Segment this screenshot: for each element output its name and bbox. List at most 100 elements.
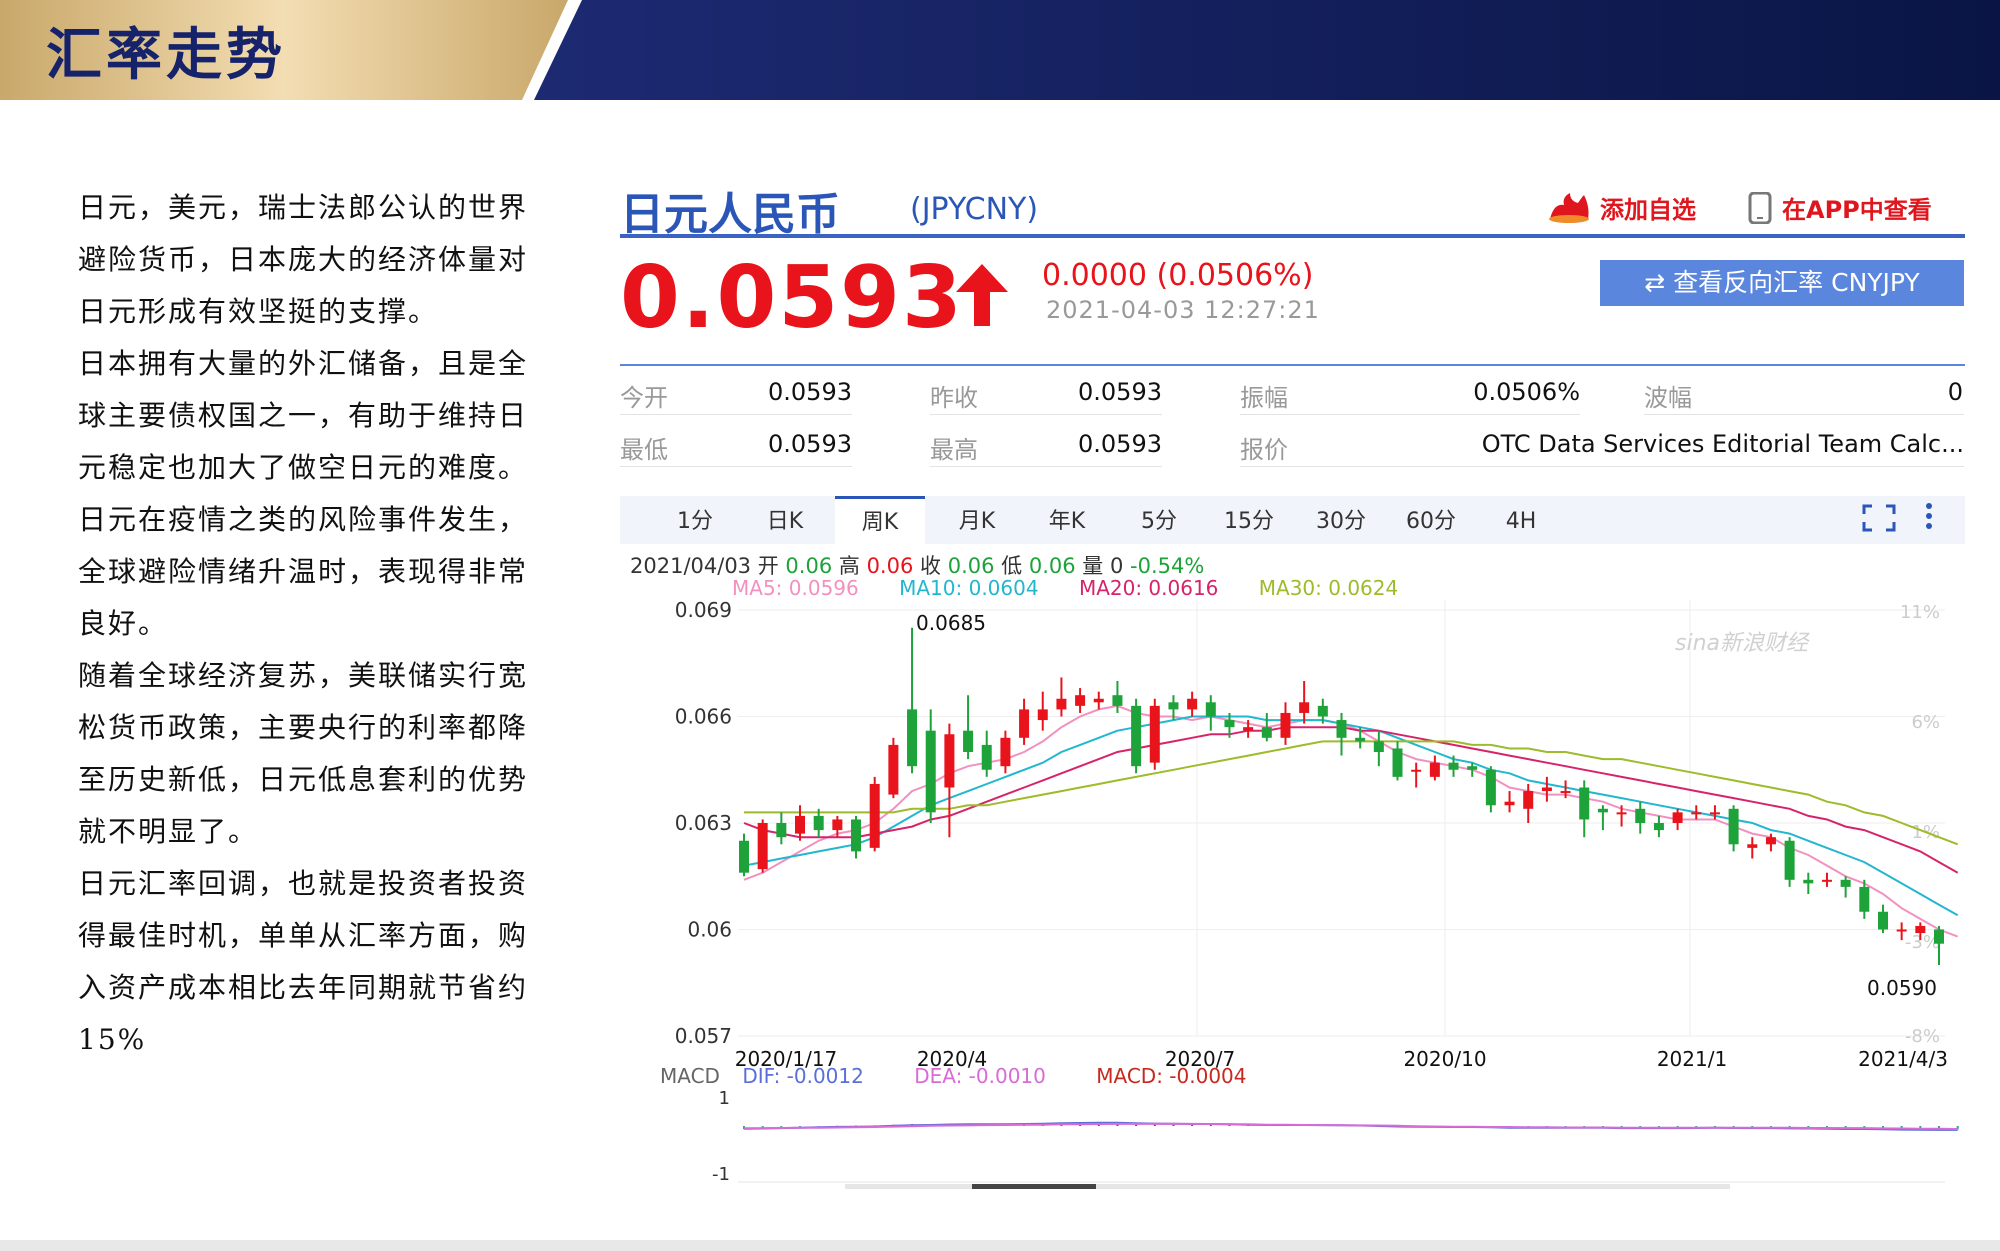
slide-title: 汇率走势	[46, 23, 286, 88]
y-tick-label: 0.063	[675, 811, 732, 835]
fire-icon	[1549, 192, 1589, 223]
info-vol: 0	[1109, 554, 1124, 578]
ma-line-ma30	[744, 740, 1959, 846]
candle-body	[1355, 737, 1366, 742]
max-annotation: 0.0685	[916, 611, 986, 635]
candle-body	[757, 823, 768, 870]
tab-4h[interactable]: 4H	[1486, 496, 1556, 544]
tab-60min[interactable]: 60分	[1396, 496, 1466, 544]
candle-body	[1915, 925, 1926, 934]
x-tick-label: 2020/10	[1403, 1047, 1486, 1071]
tab-daily[interactable]: 日K	[750, 496, 820, 544]
candle-body	[1523, 791, 1534, 809]
candle-body	[795, 815, 806, 834]
macd-dea-line	[743, 1122, 1958, 1130]
y-tick-label: 0.06	[687, 918, 732, 942]
macd-y-tick: -1	[712, 1164, 730, 1185]
candle-body	[832, 819, 843, 831]
tab-15min[interactable]: 15分	[1214, 496, 1284, 544]
candle-body	[1056, 698, 1067, 710]
info-open-label: 开	[757, 554, 779, 578]
candle-body	[1373, 741, 1384, 752]
stat-quote-source: OTC Data Services Editorial Team Calc...	[1481, 430, 1964, 458]
tab-30min[interactable]: 30分	[1306, 496, 1376, 544]
row-divider	[930, 466, 1162, 467]
candle-body	[813, 815, 824, 831]
candle-body	[1579, 787, 1590, 820]
row-divider	[930, 414, 1162, 415]
legend-ma30: MA30: 0.0624	[1258, 576, 1399, 600]
candle-body	[1821, 879, 1832, 882]
paragraph: 日元，美元，瑞士法郎公认的世界避险货币，日本庞大的经济体量对日元形成有效坚挺的支…	[78, 191, 529, 328]
ma-line-ma20	[743, 726, 1959, 874]
pct-tick-label: 1%	[1911, 822, 1940, 843]
info-close-label: 收	[920, 554, 942, 578]
info-open: 0.06	[785, 554, 833, 578]
view-in-app-button[interactable]: 在APP中查看	[1748, 190, 1932, 225]
legend-ma20: MA20: 0.0616	[1078, 576, 1219, 600]
chart-scrollbar-track	[845, 1184, 1730, 1189]
tab-yearly[interactable]: 年K	[1032, 496, 1102, 544]
candle-body	[1896, 929, 1907, 932]
legend-ma5: MA5: 0.0596	[732, 576, 859, 600]
row-divider	[620, 466, 852, 467]
stat-label-prev-close: 昨收	[930, 384, 978, 412]
more-menu-icon[interactable]	[1924, 502, 1934, 532]
pct-tick-label: 6%	[1911, 712, 1940, 733]
banner-background	[0, 0, 2000, 100]
candle-body	[888, 744, 899, 795]
macd-dif: DIF: -0.0012	[742, 1064, 864, 1088]
candle-body	[1709, 812, 1720, 815]
ma-line-ma10	[743, 715, 1959, 917]
info-pct: -0.54%	[1130, 554, 1205, 578]
tab-weekly[interactable]: 周K	[835, 496, 925, 544]
candle-body	[944, 734, 955, 788]
candle-body	[925, 730, 936, 813]
candle-body	[1616, 812, 1627, 815]
macd-dea: DEA: -0.0010	[914, 1064, 1046, 1088]
current-price: 0.0593	[620, 248, 964, 348]
candle-body	[1168, 702, 1179, 710]
stat-label-quote: 报价	[1240, 436, 1288, 464]
candle-body	[1635, 808, 1646, 823]
chart-scrollbar-thumb	[972, 1184, 1096, 1189]
paragraph: 日元汇率回调，也就是投资者投资得最佳时机，单单从汇率方面，购入资产成本相比去年同…	[78, 867, 529, 1056]
view-in-app-label: 在APP中查看	[1782, 196, 1932, 224]
paragraph: 日元在疫情之类的风险事件发生，全球避险情绪升温时，表现得非常良好。	[78, 503, 529, 640]
info-low: 0.06	[1028, 554, 1076, 578]
left-text-block: 日元，美元，瑞士法郎公认的世界避险货币，日本庞大的经济体量对日元形成有效坚挺的支…	[78, 182, 548, 1066]
tab-monthly[interactable]: 月K	[942, 496, 1012, 544]
paragraph: 日本拥有大量的外汇储备，且是全球主要债权国之一，有助于维持日元稳定也加大了做空日…	[78, 347, 529, 484]
candle-body	[1859, 886, 1870, 912]
stat-high: 0.0593	[1078, 430, 1162, 458]
candle-body	[1784, 840, 1795, 880]
period-tabbar: 1分 日K 周K 月K 年K 5分 15分 30分 60分 4H	[620, 496, 1965, 544]
quote-timestamp: 2021-04-03 12:27:21	[1046, 296, 1320, 324]
candle-body	[963, 730, 974, 752]
quote-title: 日元人民币	[620, 189, 840, 240]
candle-body	[1112, 695, 1123, 706]
slide-footer-bar	[0, 1240, 2000, 1251]
pct-tick-label: -8%	[1905, 1026, 1940, 1047]
tab-1min[interactable]: 1分	[660, 496, 730, 544]
macd-value: MACD: -0.0004	[1096, 1064, 1247, 1088]
info-vol-label: 量	[1082, 554, 1104, 578]
ma-line-ma5	[743, 704, 1959, 938]
stat-open: 0.0593	[768, 378, 852, 406]
stat-wave: 0	[1947, 378, 1963, 406]
tab-5min[interactable]: 5分	[1124, 496, 1194, 544]
fullscreen-icon[interactable]	[1862, 504, 1896, 532]
candle-body	[1840, 879, 1851, 887]
candle-body	[1280, 712, 1291, 738]
add-watchlist-label: 添加自选	[1600, 196, 1696, 224]
stat-prev-close: 0.0593	[1078, 378, 1162, 406]
add-watchlist-button[interactable]: 添加自选	[1548, 190, 1696, 225]
pct-tick-label: 11%	[1900, 602, 1940, 623]
candle-body	[1093, 698, 1104, 703]
candle-body	[1019, 709, 1030, 738]
reverse-rate-button[interactable]: ⇄ 查看反向汇率 CNYJPY	[1600, 260, 1964, 306]
candle-body	[1224, 720, 1235, 728]
phone-icon	[1748, 191, 1772, 224]
candle-body	[1877, 911, 1888, 930]
candle-body	[1411, 769, 1422, 772]
